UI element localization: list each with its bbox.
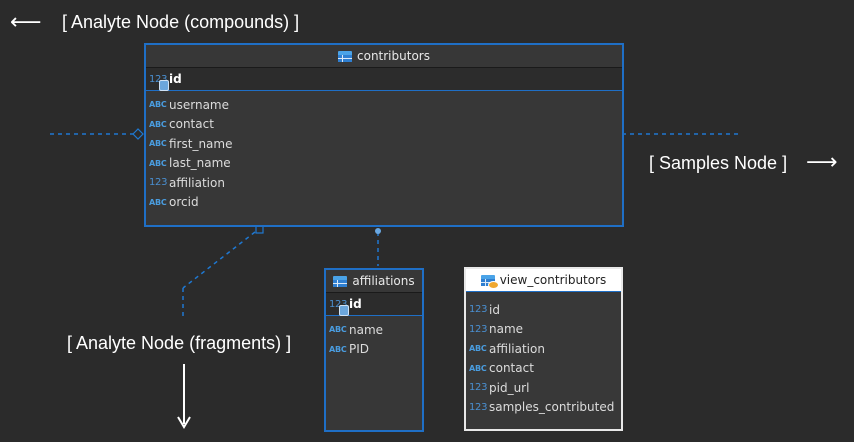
text-type-icon: ABC	[329, 325, 347, 335]
table-title: affiliations	[352, 274, 415, 288]
column-name: id	[489, 302, 500, 317]
column-row[interactable]: ABC contact	[146, 115, 622, 135]
column-name: contact	[169, 117, 214, 132]
view-icon	[480, 274, 499, 289]
column-name: orcid	[169, 195, 199, 210]
column-name: name	[349, 322, 384, 337]
connector-left-end-diamond	[132, 128, 144, 140]
connector-fragments-end-square	[255, 225, 264, 234]
text-type-icon: ABC	[149, 119, 167, 129]
column-name: contact	[489, 361, 534, 376]
text-type-icon: ABC	[149, 197, 167, 207]
column-name: name	[489, 322, 524, 337]
primary-key-row[interactable]: 123 id	[326, 293, 422, 316]
table-contributors[interactable]: contributors 123 id ABC username ABC conta…	[144, 43, 624, 227]
column-name: samples_contributed	[489, 400, 615, 415]
column-row[interactable]: ABC affiliation	[466, 339, 621, 359]
column-name: id	[349, 297, 362, 311]
text-type-icon: ABC	[329, 344, 347, 354]
table-header[interactable]: contributors	[146, 45, 622, 68]
numeric-type-icon: 123	[149, 74, 169, 91]
label-samples-node: [ Samples Node ]	[649, 153, 788, 173]
column-name: affiliation	[169, 175, 225, 190]
column-name: username	[169, 97, 229, 112]
numeric-type-icon: 123	[469, 401, 488, 413]
arrow-right-icon: ⟶	[806, 150, 838, 175]
text-type-icon: ABC	[149, 100, 167, 110]
text-type-icon: ABC	[469, 363, 487, 373]
column-row[interactable]: 123 samples_contributed	[466, 398, 621, 418]
arrow-left-icon: ⟵	[10, 10, 42, 35]
table-header[interactable]: affiliations	[326, 270, 422, 293]
column-row[interactable]: ABC PID	[326, 340, 422, 360]
arrow-down-icon	[177, 364, 191, 429]
column-row[interactable]: ABC last_name	[146, 154, 622, 174]
column-row[interactable]: ABC contact	[466, 359, 621, 379]
column-row[interactable]: 123 pid_url	[466, 378, 621, 398]
column-name: pid_url	[489, 380, 530, 395]
key-icon	[339, 304, 349, 316]
column-name: last_name	[169, 156, 231, 171]
numeric-type-icon: 123	[329, 299, 349, 316]
view-header[interactable]: view_contributors	[466, 269, 621, 292]
column-row[interactable]: 123 affiliation	[146, 173, 622, 193]
column-row[interactable]: ABC name	[326, 320, 422, 340]
column-row[interactable]: ABC first_name	[146, 134, 622, 154]
table-icon	[338, 50, 352, 62]
view-contributors[interactable]: view_contributors 123 id 123 name ABC affil…	[464, 267, 623, 431]
key-icon	[159, 79, 169, 91]
column-row[interactable]: ABC orcid	[146, 193, 622, 213]
label-analyte-fragments: [ Analyte Node (fragments) ]	[67, 333, 292, 353]
column-row[interactable]: 123 name	[466, 320, 621, 340]
table-icon	[333, 275, 348, 287]
column-name: first_name	[169, 136, 233, 151]
numeric-type-icon: 123	[469, 382, 488, 394]
column-row[interactable]: 123 id	[466, 300, 621, 320]
connector-fragments	[182, 231, 256, 289]
numeric-type-icon: 123	[469, 323, 488, 335]
text-type-icon: ABC	[149, 158, 167, 168]
column-name: affiliation	[489, 341, 545, 356]
connector-affiliations-end-dot	[375, 228, 381, 234]
column-name: id	[169, 72, 182, 86]
column-name: PID	[349, 342, 370, 357]
numeric-type-icon: 123	[149, 177, 168, 189]
text-type-icon: ABC	[149, 139, 167, 149]
numeric-type-icon: 123	[469, 304, 488, 316]
column-row[interactable]: ABC username	[146, 95, 622, 115]
view-title: view_contributors	[499, 273, 607, 287]
text-type-icon: ABC	[469, 344, 487, 354]
primary-key-row[interactable]: 123 id	[146, 68, 622, 91]
table-title: contributors	[357, 49, 430, 63]
label-analyte-compounds: [ Analyte Node (compounds) ]	[62, 12, 300, 32]
table-affiliations[interactable]: affiliations 123 id ABC name ABC PID	[324, 268, 424, 432]
